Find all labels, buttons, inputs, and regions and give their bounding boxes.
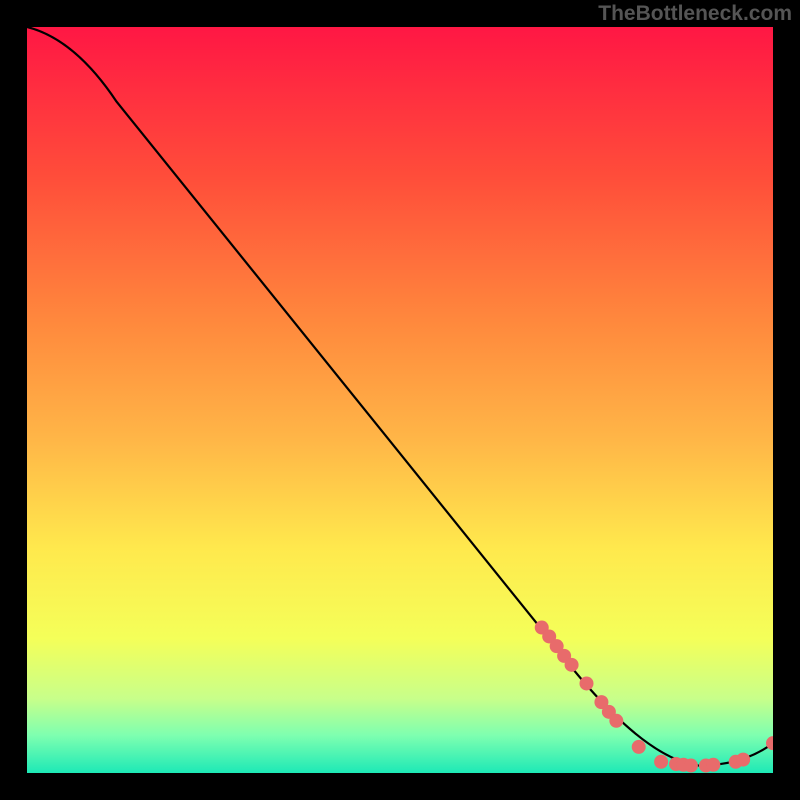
data-marker (684, 759, 698, 773)
data-marker (580, 676, 594, 690)
data-marker (654, 755, 668, 769)
chart-svg (27, 27, 773, 773)
data-marker (706, 758, 720, 772)
data-marker (609, 714, 623, 728)
data-marker (565, 658, 579, 672)
data-marker (632, 740, 646, 754)
gradient-background (27, 27, 773, 773)
watermark-text: TheBottleneck.com (598, 2, 792, 26)
data-marker (736, 753, 750, 767)
chart-area (27, 27, 773, 773)
